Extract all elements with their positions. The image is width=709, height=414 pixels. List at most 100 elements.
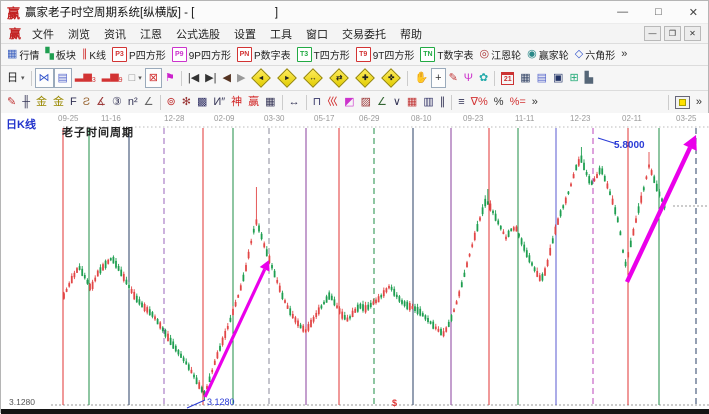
minimize-button[interactable]: —	[617, 6, 628, 18]
layout-panel-button[interactable]	[672, 94, 693, 112]
menu-item-browse[interactable]: 浏览	[61, 26, 97, 42]
gann-grid-button[interactable]: ╫	[19, 94, 33, 112]
next-button[interactable]: ▶	[234, 69, 248, 87]
menu-item-trade-entrust[interactable]: 交易委托	[335, 26, 393, 42]
levels-button[interactable]: ≡	[455, 94, 467, 112]
cycle-all-button[interactable]: ✜	[378, 69, 404, 87]
box-fan-button[interactable]: ▨	[358, 94, 374, 112]
shen-button[interactable]: 神	[228, 94, 245, 112]
cycle-expand-button[interactable]: ↔	[300, 69, 326, 87]
menu-item-gann[interactable]: 江恩	[133, 26, 169, 42]
wave-mark-button[interactable]: И″	[210, 94, 228, 112]
9p-square-button[interactable]: P99P四方形	[169, 46, 234, 64]
ying-button[interactable]: 赢	[245, 94, 262, 112]
candle-style-button-icon: □	[129, 73, 136, 84]
last-button[interactable]: ▶|	[202, 69, 219, 87]
candlestick-chart[interactable]	[1, 113, 709, 409]
crosshair-button[interactable]: +	[431, 68, 445, 88]
child-window-icon[interactable]: 赢	[9, 25, 21, 42]
fan-lines-button[interactable]: 巛	[324, 94, 341, 112]
date-tick-02-09: 02-09	[214, 114, 234, 123]
winner-wheel-button[interactable]: ◉赢家轮	[524, 46, 572, 64]
drawing-overflow-button[interactable]: »	[529, 94, 541, 112]
red-grid-button[interactable]: ▦	[404, 94, 420, 112]
pen-tool-button[interactable]: ✎	[4, 94, 19, 112]
t-number-table-button[interactable]: TNT数字表	[417, 46, 476, 64]
mdi-close-button[interactable]: ✕	[684, 26, 701, 41]
fan-box-button[interactable]: ◩	[341, 94, 357, 112]
pen-angle-button[interactable]: ∡	[93, 94, 109, 112]
candle-style-button[interactable]: □▾	[126, 69, 145, 87]
cycle-left-button[interactable]: ◂	[248, 69, 274, 87]
mdi-minimize-button[interactable]: —	[644, 26, 661, 41]
toolbar-overflow-button[interactable]: »	[618, 46, 630, 64]
k3-chart-button[interactable]: ▂▅3	[72, 69, 99, 87]
dark-grid-button[interactable]: ▩	[194, 94, 210, 112]
gold-grid-button[interactable]: 金	[33, 94, 50, 112]
circle3-button[interactable]: ③	[109, 94, 125, 112]
first-button[interactable]: |◀	[185, 69, 202, 87]
frame-tool-button[interactable]: ⊓	[310, 94, 325, 112]
menu-item-news[interactable]: 资讯	[97, 26, 133, 42]
report-button[interactable]: ▤	[534, 69, 550, 87]
hand-tool-button[interactable]: ✋	[411, 69, 431, 87]
toolbar-separator	[494, 71, 495, 86]
main-toolbar: ▦行情▚板块∥K线P3P四方形P99P四方形PNP数字表T3T四方形T99T四方…	[1, 44, 708, 66]
angle-lines-button[interactable]: ∠	[374, 94, 390, 112]
calculator-button[interactable]: ▦	[517, 69, 533, 87]
percent-button[interactable]: %	[491, 94, 507, 112]
hexagon-button[interactable]: ◇六角形	[572, 46, 618, 64]
spiral-button[interactable]: ⊚	[164, 94, 179, 112]
gold-square-button[interactable]: 金	[50, 94, 67, 112]
menu-item-help[interactable]: 帮助	[393, 26, 429, 42]
t-square-button[interactable]: T3T四方形	[294, 46, 353, 64]
9t-square-button[interactable]: T99T四方形	[353, 46, 418, 64]
notebook-button[interactable]: ▤	[54, 68, 72, 88]
cycle-cross-button[interactable]: ✚	[352, 69, 378, 87]
menu-item-tools[interactable]: 工具	[263, 26, 299, 42]
save-button[interactable]: ▣	[550, 69, 566, 87]
data-transfer-button[interactable]: ▙	[582, 69, 596, 87]
k9-chart-button[interactable]: ▂▅9	[99, 69, 126, 87]
quotes-button[interactable]: ▦行情	[4, 46, 42, 64]
compress-button[interactable]: ⋈	[35, 68, 54, 88]
col-grid-button[interactable]: ▥	[420, 94, 436, 112]
sectors-button[interactable]: ▚板块	[42, 46, 78, 64]
maximize-button[interactable]: □	[655, 6, 662, 18]
p-number-table-button[interactable]: PNP数字表	[234, 46, 294, 64]
close-button[interactable]: ✕	[689, 6, 698, 19]
percent-down-button[interactable]: ∇%	[468, 94, 491, 112]
f-grid-button[interactable]: F	[67, 94, 80, 112]
period-day-button[interactable]: 日▾	[4, 69, 28, 87]
cycle-right-button[interactable]: ▸	[274, 69, 300, 87]
p-square-button[interactable]: P3P四方形	[109, 46, 169, 64]
mdi-restore-button[interactable]: ❐	[664, 26, 681, 41]
spiral5-button[interactable]: Ƨ	[80, 94, 93, 112]
gann-tool-button[interactable]: Ψ	[461, 69, 476, 87]
flag-button[interactable]: ⚑	[162, 69, 178, 87]
n2-grid-button[interactable]: n²	[125, 94, 141, 112]
star-button[interactable]: ✻	[179, 94, 194, 112]
dense-grid-button[interactable]: ▦	[262, 94, 278, 112]
percent-line-button[interactable]: %=	[507, 94, 529, 112]
cycle-left-button-icon: ◂	[252, 68, 272, 88]
prev-button[interactable]: ◀	[220, 69, 234, 87]
menu-item-settings[interactable]: 设置	[227, 26, 263, 42]
measure-button[interactable]: ↔	[286, 94, 303, 112]
pattern-button[interactable]: ⊠	[145, 68, 162, 88]
menu-item-window[interactable]: 窗口	[299, 26, 335, 42]
pen-tool-button-icon: ✎	[7, 97, 16, 108]
pointer-tool-button[interactable]: ✎	[446, 69, 461, 87]
calendar-button[interactable]: 21	[498, 69, 517, 87]
gann-wheel-button[interactable]: ◎江恩轮	[477, 46, 525, 64]
menu-item-file[interactable]: 文件	[25, 26, 61, 42]
protractor-button[interactable]: ∠	[141, 94, 157, 112]
kline-button[interactable]: ∥K线	[79, 46, 109, 64]
wave-tool-button[interactable]: ✿	[476, 69, 491, 87]
network-button[interactable]: ⊞	[566, 69, 581, 87]
cycle-swap-button[interactable]: ⇄	[326, 69, 352, 87]
menu-item-formula-stock-picker[interactable]: 公式选股	[169, 26, 227, 42]
layout-overflow-button[interactable]: »	[693, 94, 705, 112]
parallel-button[interactable]: ∥	[437, 94, 449, 112]
v-lines-button[interactable]: ∨	[390, 94, 404, 112]
